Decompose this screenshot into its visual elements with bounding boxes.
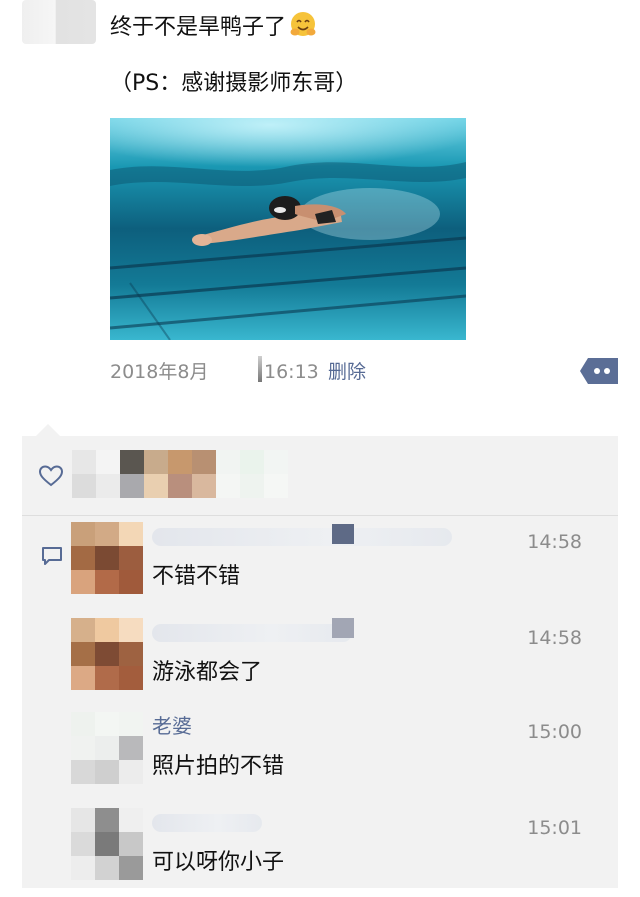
post-text: 终于不是旱鸭子了 (110, 10, 318, 43)
comment-text: 照片拍的不错 (152, 754, 285, 779)
comment-time: 15:00 (527, 721, 582, 743)
poster-avatar[interactable] (22, 0, 96, 44)
commenter-name[interactable] (152, 624, 352, 642)
post-date: 2018年8月 (110, 361, 209, 383)
comment-item[interactable]: 15:01 可以呀你小子 (22, 802, 618, 897)
comment-item[interactable]: 14:58 不错不错 (22, 516, 618, 611)
commenter-name[interactable] (152, 528, 452, 546)
comment-text: 可以呀你小子 (152, 850, 285, 875)
comment-item[interactable]: 老婆 15:00 照片拍的不错 (22, 706, 618, 801)
commenter-avatar[interactable] (71, 808, 143, 880)
commenter-avatar[interactable] (71, 522, 143, 594)
likes-row (22, 436, 618, 516)
post-ps-text: （PS：感谢摄影师东哥） (110, 71, 358, 96)
more-dots-icon[interactable] (580, 358, 618, 384)
heart-icon (38, 465, 64, 487)
commenter-name[interactable] (152, 814, 262, 832)
delete-button[interactable]: 删除 (328, 358, 366, 386)
swimmer-photo (110, 118, 466, 340)
panel-pointer (36, 424, 60, 436)
redaction-block (332, 618, 354, 638)
post-photo[interactable] (110, 118, 466, 340)
redaction-block (332, 524, 354, 544)
hugging-face-emoji-icon (290, 12, 316, 36)
comment-time: 14:58 (527, 531, 582, 553)
comment-text: 不错不错 (152, 564, 241, 589)
comment-text: 游泳都会了 (152, 660, 263, 685)
commenter-avatar[interactable] (71, 712, 143, 784)
post-text-content: 终于不是旱鸭子了 (110, 15, 287, 40)
comment-time: 14:58 (527, 627, 582, 649)
comment-item[interactable]: 14:58 游泳都会了 (22, 612, 618, 707)
liker-avatars[interactable] (72, 450, 288, 498)
commenter-avatar[interactable] (71, 618, 143, 690)
redaction-bar (258, 356, 262, 382)
comment-time: 15:01 (527, 817, 582, 839)
commenter-name[interactable]: 老婆 (152, 712, 192, 740)
post-time: 16:13 (264, 361, 319, 383)
